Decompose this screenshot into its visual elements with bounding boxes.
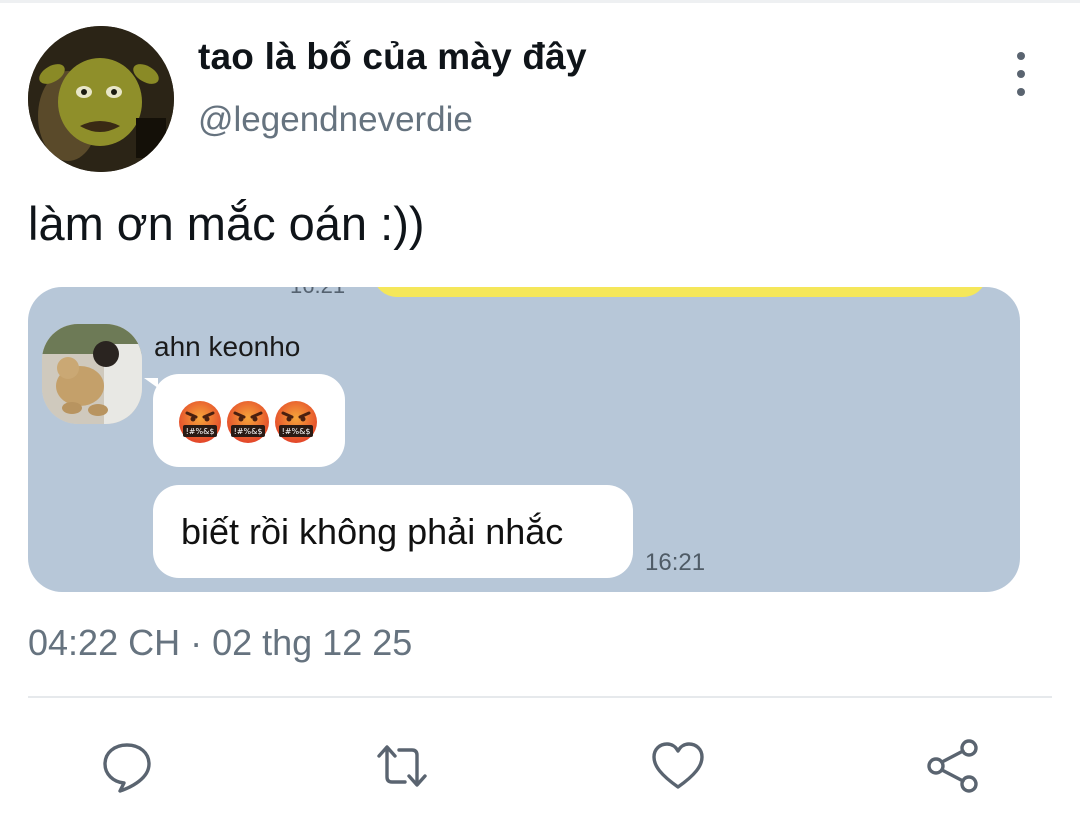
user-handle[interactable]: @legendneverdie — [198, 100, 473, 140]
sender-name: ahn keonho — [154, 331, 301, 362]
like-icon — [652, 742, 704, 789]
more-options-icon[interactable] — [1006, 52, 1036, 96]
dot — [1017, 70, 1025, 78]
top-border — [0, 0, 1080, 3]
like-button[interactable] — [647, 735, 709, 797]
dot — [1017, 88, 1025, 96]
dot — [1017, 52, 1025, 60]
retweet-button[interactable] — [371, 735, 433, 797]
cut-off-message-bubble — [373, 287, 987, 297]
reply-icon — [103, 743, 151, 793]
cursing-face-icon: !#%&$ — [227, 401, 269, 443]
retweet-icon — [377, 745, 427, 787]
text-message-bubble: biết rồi không phải nhắc — [153, 485, 633, 578]
divider — [28, 696, 1052, 698]
share-icon — [927, 739, 978, 793]
tweet-image[interactable]: 16:21 ahn keonho — [28, 287, 1020, 592]
message-text: biết rồi không phải nhắc — [181, 511, 564, 552]
tweet-text: làm ơn mắc oán :)) — [28, 197, 425, 250]
chat-avatar — [42, 324, 142, 424]
tweet-timestamp: 04:22 CH · 02 thg 12 25 — [28, 622, 413, 663]
cursing-face-icon: !#%&$ — [275, 401, 317, 443]
message-time: 16:21 — [645, 549, 706, 576]
emoji-text: !#%&$ — [234, 427, 263, 436]
emoji-message-bubble: !#%&$ !#%&$ !#%&$ — [144, 374, 345, 467]
chat-avatar-image — [42, 324, 142, 424]
cut-off-time: 16:21 — [290, 287, 345, 299]
display-name[interactable]: tao là bố của mày đây — [198, 36, 587, 78]
emoji-text: !#%&$ — [282, 427, 311, 436]
emoji-text: !#%&$ — [186, 427, 215, 436]
bubble-tail — [144, 378, 158, 388]
avatar[interactable] — [28, 26, 174, 172]
reply-button[interactable] — [96, 735, 158, 797]
angry-emoji-row: !#%&$ !#%&$ !#%&$ — [177, 399, 319, 445]
share-button[interactable] — [922, 735, 984, 797]
cursing-face-icon: !#%&$ — [179, 401, 221, 443]
avatar-image — [28, 26, 174, 172]
